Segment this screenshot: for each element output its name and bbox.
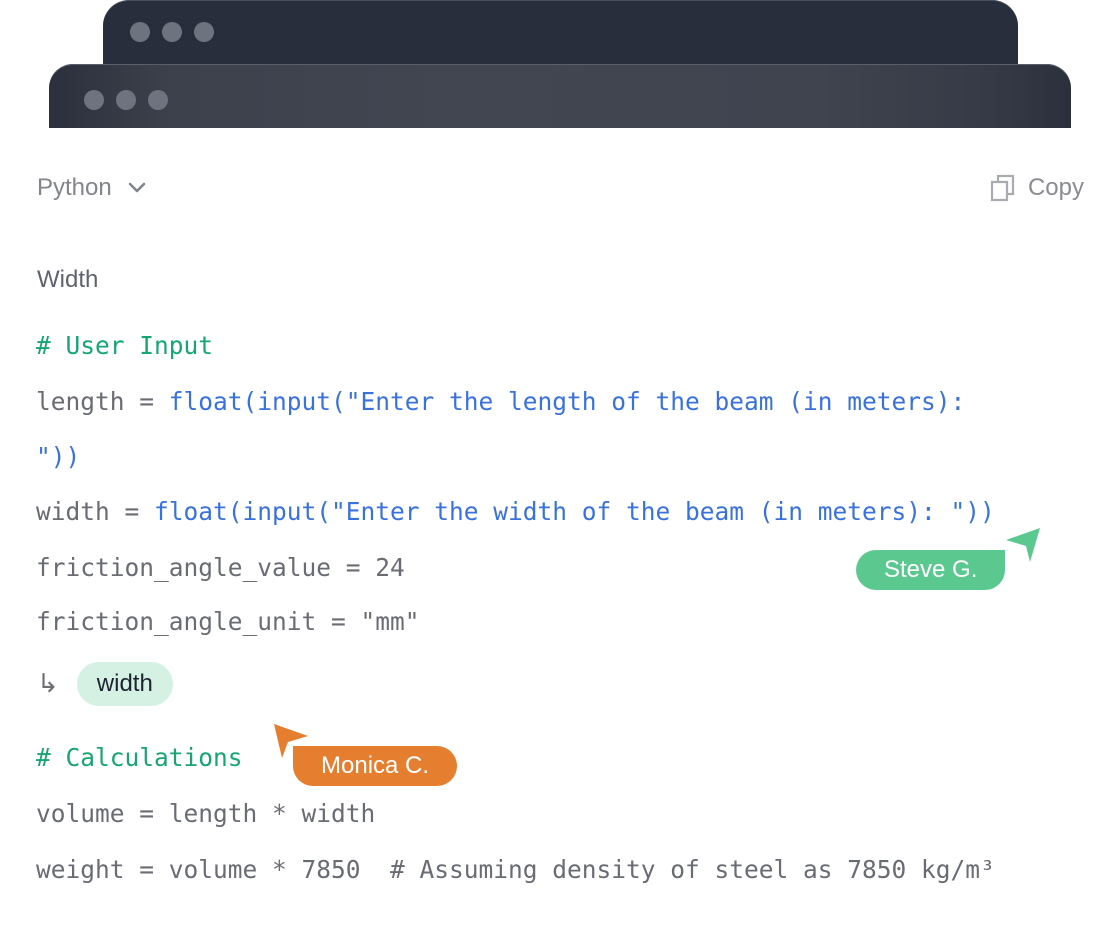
code-line-weight: weight = volume * 7850 # Assuming densit… [36,855,995,884]
copy-label: Copy [1027,174,1084,201]
chevron-down-icon [128,182,146,193]
variable-reference: ↳ width [37,662,173,706]
window-dot[interactable] [84,90,104,110]
section-title: Width [37,266,99,293]
code-line-friction-value: friction_angle_value = 24 [36,553,405,582]
collaborator-cursor-label: Monica C. [293,746,458,786]
window-dot [162,22,182,42]
return-arrow-icon: ↳ [37,669,59,699]
code-line-length-cont: ")) [36,442,81,471]
window-controls [130,22,214,42]
variable-chip[interactable]: width [76,662,173,706]
code-comment-calculations: # Calculations [36,743,243,772]
code-call: float(input("Enter the length of the bea… [168,387,966,416]
window-dot[interactable] [116,90,136,110]
code-line-width: width = float(input("Enter the width of … [36,496,995,528]
language-label: Python [37,174,112,201]
code-line-volume: volume = length * width [36,799,376,828]
copy-button[interactable]: Copy [990,174,1084,202]
copy-icon [990,174,1015,202]
code-comment-user-input: # User Input [36,331,214,360]
foreground-window [49,64,1071,128]
window-dot[interactable] [148,90,168,110]
window-dot [130,22,150,42]
code-var: width = [36,497,155,526]
cursor-pointer-icon [1006,528,1040,562]
language-select[interactable]: Python [37,174,146,202]
window-controls [84,90,168,110]
collaborator-cursor-label: Steve G. [856,550,1006,590]
code-call: float(input("Enter the width of the beam… [154,497,995,526]
window-dot [194,22,214,42]
code-var: length = [36,387,169,416]
code-line-friction-unit: friction_angle_unit = "mm" [36,607,420,636]
code-line-length: length = float(input("Enter the length o… [36,386,965,418]
